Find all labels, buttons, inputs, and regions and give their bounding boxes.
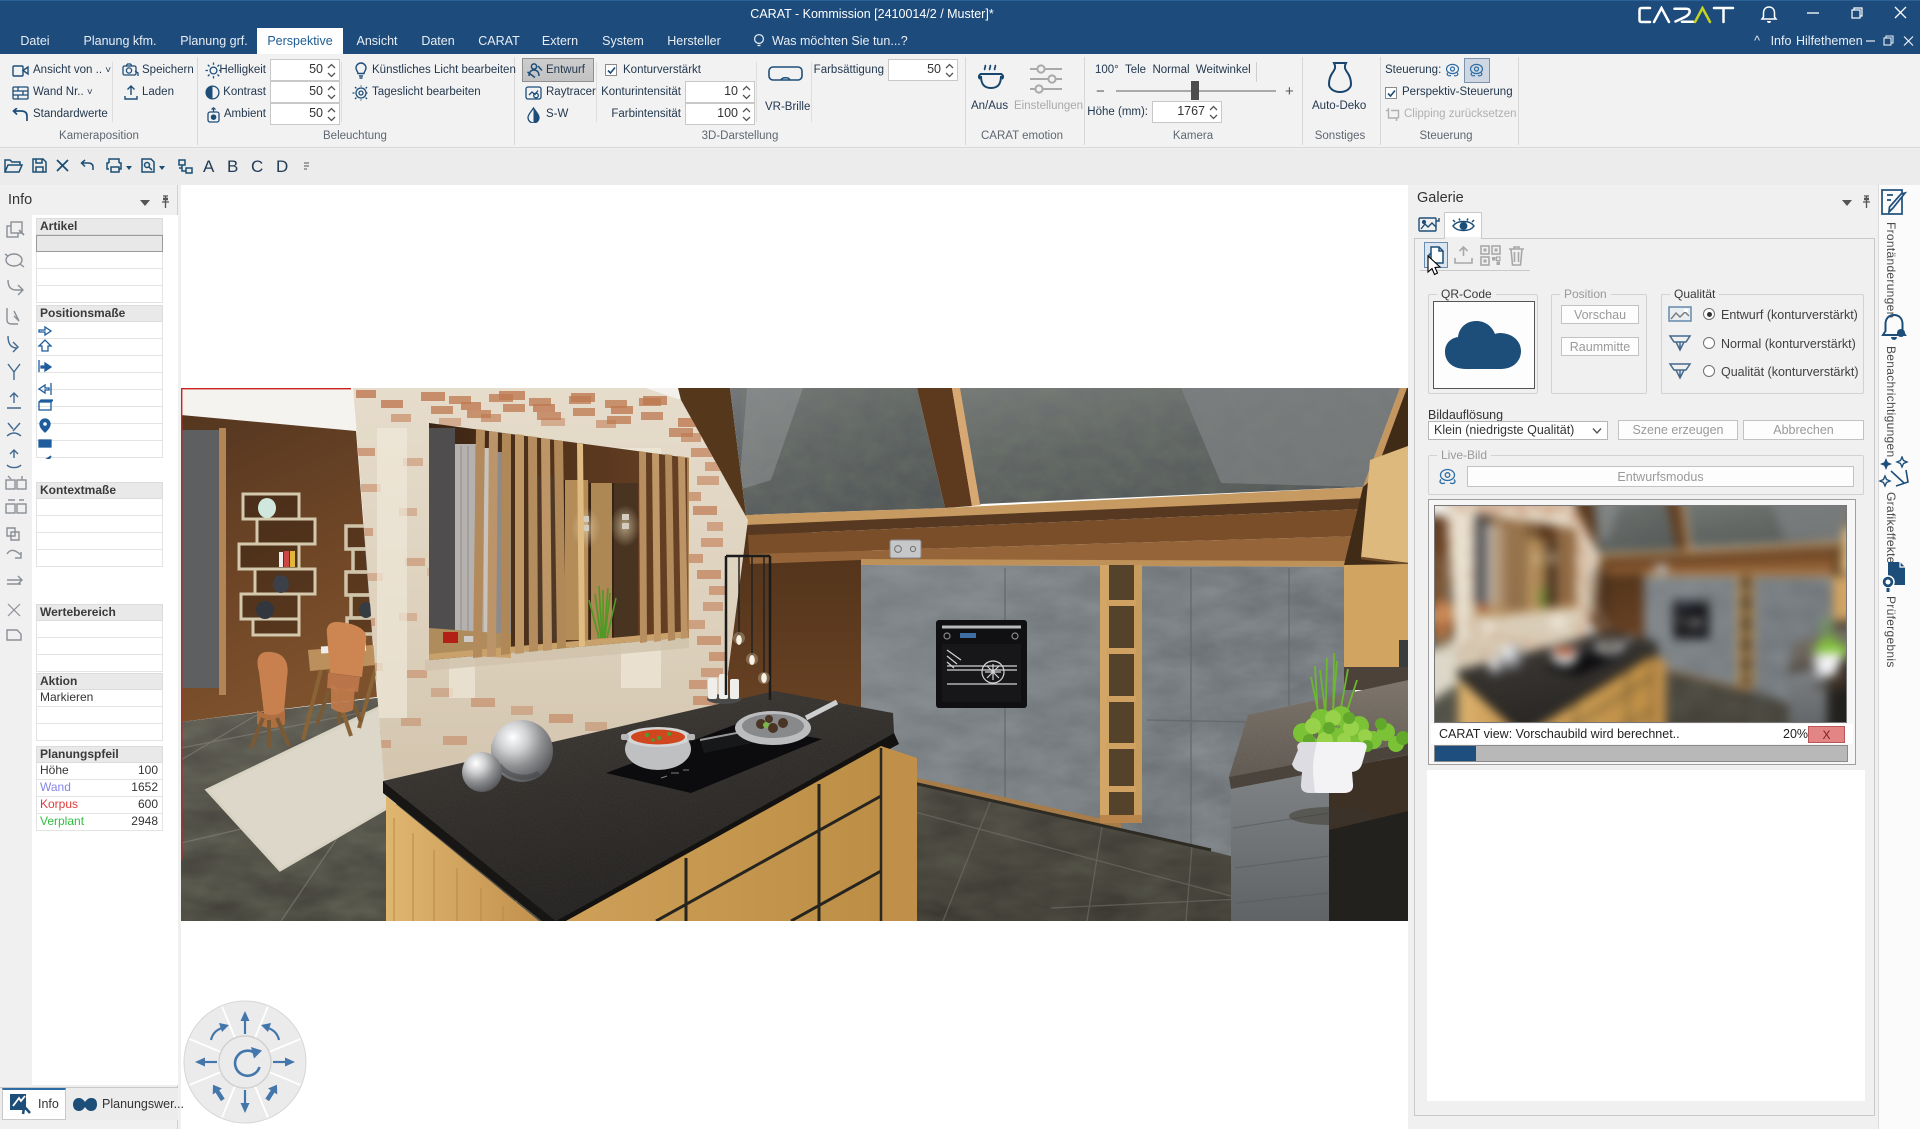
svg-text:A: A <box>203 157 215 176</box>
svg-text:B: B <box>227 157 238 176</box>
svg-text:D: D <box>276 157 288 176</box>
svg-text:C: C <box>251 157 263 176</box>
